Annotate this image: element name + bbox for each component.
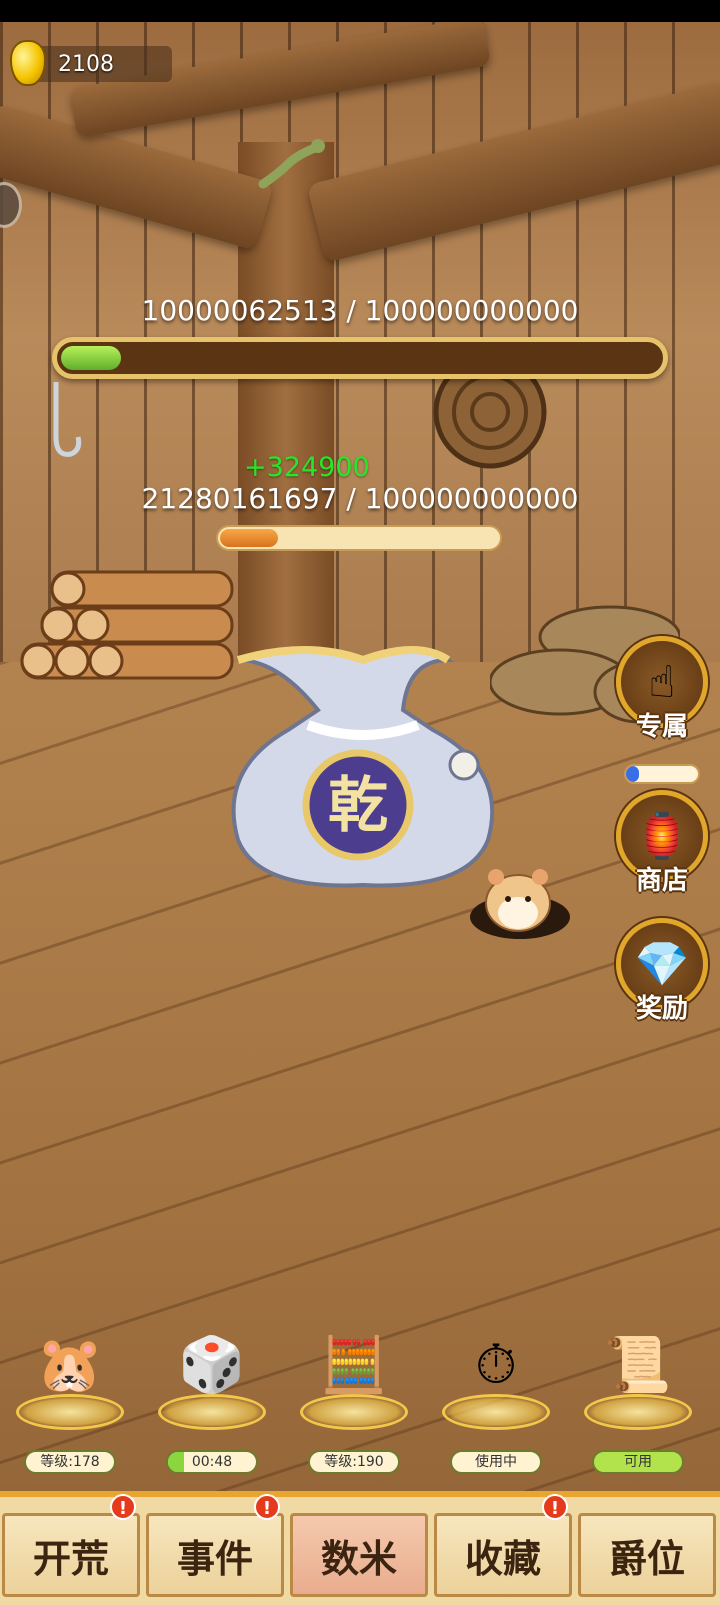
gold-ingot-icon (10, 40, 46, 86)
tool-hamster[interactable]: 🐹 等级:178 (10, 1320, 130, 1474)
dice-icon: 🎲 (178, 1333, 246, 1396)
abacus-icon: 🧮 (320, 1333, 388, 1396)
hamster-icon[interactable] (478, 855, 558, 935)
tool-scroll[interactable]: 📜 可用 (578, 1320, 698, 1474)
main-progress-fill (61, 346, 121, 370)
exclusive-label: 专属 (635, 712, 688, 742)
gain-indicator: +324900 (244, 452, 370, 483)
scroll-icon: 📜 (604, 1333, 672, 1396)
pocket-watch-icon: ⏱ (474, 1333, 518, 1396)
tool-badge: 可用 (592, 1450, 684, 1474)
hook-icon (53, 382, 82, 457)
reward-button[interactable]: 💎 奖励 (612, 918, 712, 1025)
alert-badge-reclaim: ! (110, 1494, 136, 1520)
tool-abacus[interactable]: 🧮 等级:190 (294, 1320, 414, 1474)
rice-bag-icon[interactable]: 乾 (218, 630, 508, 900)
sub-progress-fill (220, 529, 279, 547)
gecko-icon (258, 139, 325, 189)
sub-progress-bar (216, 525, 502, 551)
tool-pocket-watch[interactable]: ⏱ 使用中 (436, 1320, 556, 1474)
woodpile-icon (20, 570, 234, 680)
nav-tab-collection[interactable]: 收藏 (434, 1513, 572, 1597)
alert-badge-events: ! (254, 1494, 280, 1520)
nav-tab-rank[interactable]: 爵位 (578, 1513, 716, 1597)
alert-badge-collection: ! (542, 1494, 568, 1520)
tool-dice[interactable]: 🎲 00:48 (152, 1320, 272, 1474)
timer-fill (168, 1452, 184, 1472)
exclusive-progress-fill (626, 766, 639, 782)
nav-tab-reclaim[interactable]: 开荒 (2, 1513, 140, 1597)
exclusive-progress-bar (624, 764, 700, 784)
bag-emblem: 乾 (328, 771, 388, 841)
shop-button[interactable]: 🏮 商店 (612, 790, 712, 897)
main-progress-label: 10000062513 / 100000000000 (141, 294, 579, 327)
shop-label: 商店 (635, 866, 688, 896)
currency-value: 2108 (58, 52, 114, 77)
tool-badge: 等级:190 (308, 1450, 400, 1474)
tool-badge: 使用中 (450, 1450, 542, 1474)
nav-tab-count-rice[interactable]: 数米 (290, 1513, 428, 1597)
reward-label: 奖励 (635, 994, 688, 1024)
main-progress-bar (52, 337, 668, 379)
nav-tab-events[interactable]: 事件 (146, 1513, 284, 1597)
exclusive-button[interactable]: ☝ 专属 (612, 636, 712, 743)
sub-progress-label: 21280161697 / 100000000000 (141, 482, 579, 515)
tool-badge: 等级:178 (24, 1450, 116, 1474)
tool-badge: 00:48 (166, 1450, 258, 1474)
hamster-icon: 🐹 (36, 1333, 104, 1396)
bottom-nav: 开荒 事件 数米 收藏 爵位 (0, 1491, 720, 1605)
